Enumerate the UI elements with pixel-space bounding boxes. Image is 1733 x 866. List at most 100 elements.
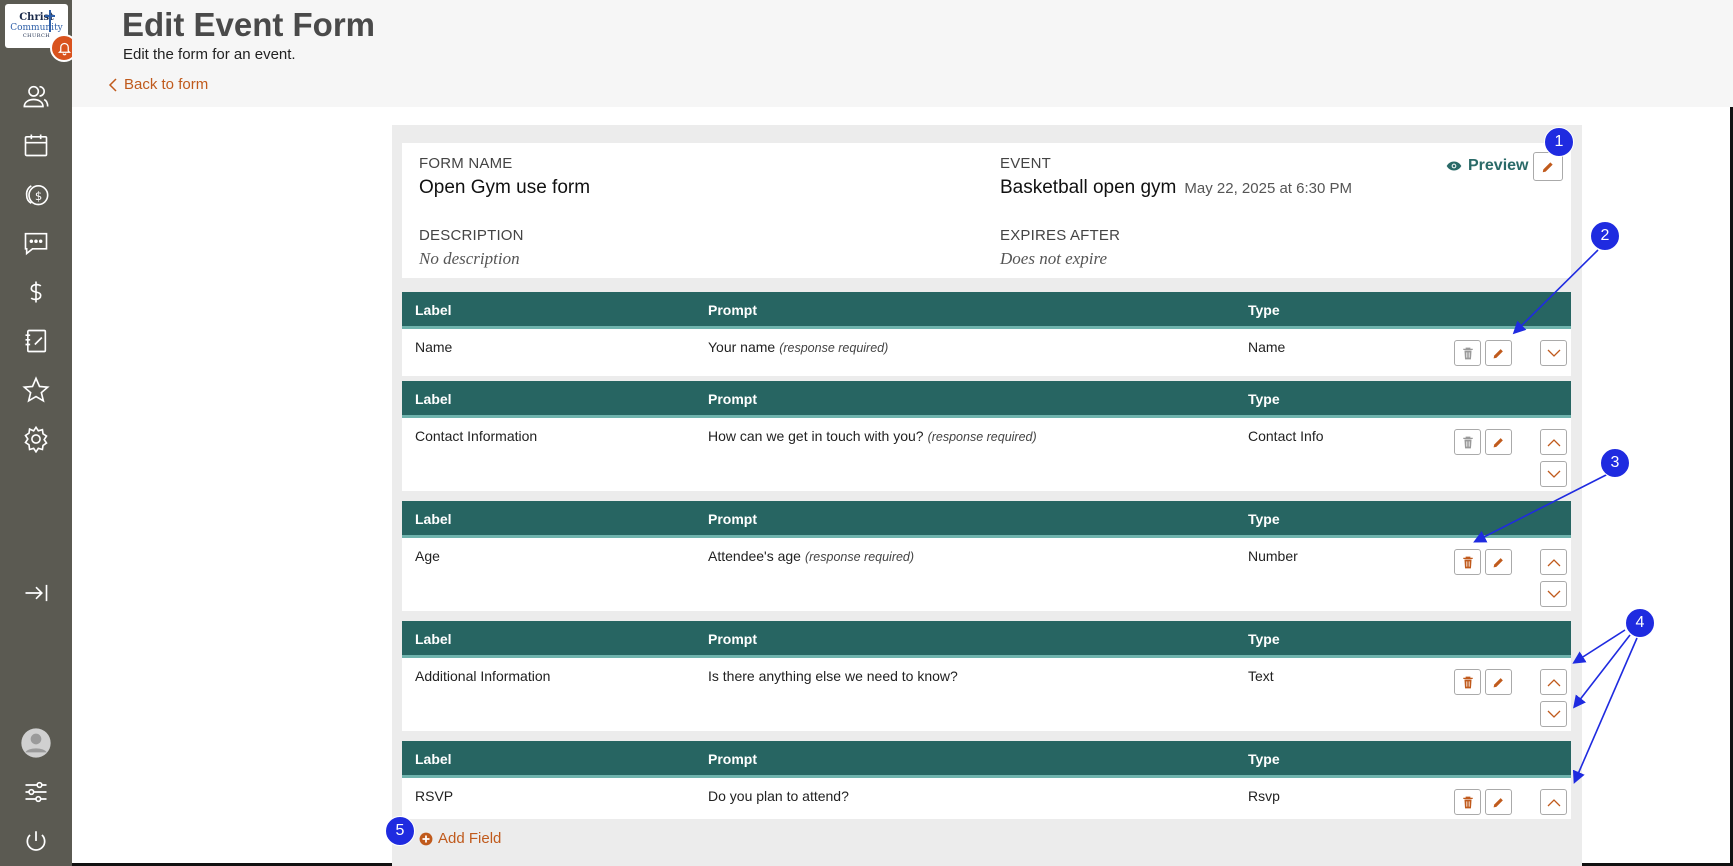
field-required-note: (response required)	[804, 550, 915, 564]
preview-label: Preview	[1468, 157, 1529, 174]
move-field-up-button[interactable]	[1540, 789, 1567, 815]
move-field-down-button[interactable]	[1540, 581, 1567, 607]
pencil-icon	[1493, 348, 1503, 358]
move-field-down-button[interactable]	[1540, 340, 1567, 366]
field-block: Label Prompt Type Age Attendee's age (respons…	[402, 501, 1571, 611]
label-column-header: Label	[415, 511, 452, 527]
user-avatar[interactable]	[20, 727, 52, 759]
type-column-header: Type	[1248, 511, 1280, 527]
prompt-column-header: Prompt	[708, 391, 757, 407]
field-type: Rsvp	[1248, 788, 1280, 804]
field-table-header: Label Prompt Type	[402, 621, 1571, 658]
pencil-icon	[1493, 677, 1503, 687]
move-field-up-button[interactable]	[1540, 429, 1567, 455]
plus-circle-icon	[419, 832, 433, 845]
field-prompt: Your name (response required)	[708, 339, 888, 355]
type-column-header: Type	[1248, 302, 1280, 318]
trash-icon	[1462, 436, 1473, 448]
field-label: Age	[415, 548, 440, 564]
add-field-label: Add Field	[438, 830, 502, 847]
move-field-down-button[interactable]	[1540, 701, 1567, 727]
field-type: Contact Info	[1248, 428, 1324, 444]
field-block: Label Prompt Type Additional Information Is …	[402, 621, 1571, 731]
eye-icon	[1446, 161, 1462, 171]
field-table-header: Label Prompt Type	[402, 741, 1571, 778]
dollar-icon[interactable]	[20, 276, 52, 308]
edit-field-button[interactable]	[1485, 549, 1512, 575]
field-type: Number	[1248, 548, 1298, 564]
chevron-up-icon	[1547, 438, 1560, 446]
trash-icon	[1462, 676, 1473, 688]
page-header: Edit Event Form Edit the form for an eve…	[72, 0, 1733, 107]
chevron-down-icon	[1547, 349, 1560, 357]
label-column-header: Label	[415, 302, 452, 318]
delete-field-button[interactable]	[1454, 669, 1481, 695]
callout-4: 4	[1625, 608, 1655, 638]
delete-field-button[interactable]	[1454, 429, 1481, 455]
edit-field-button[interactable]	[1485, 429, 1512, 455]
field-prompt: Is there anything else we need to know?	[708, 668, 962, 684]
notebook-icon[interactable]	[20, 325, 52, 357]
label-column-header: Label	[415, 751, 452, 767]
sliders-icon[interactable]	[20, 776, 52, 808]
description-value: No description	[419, 249, 520, 268]
move-field-down-button[interactable]	[1540, 461, 1567, 487]
field-table-header: Label Prompt Type	[402, 292, 1571, 329]
type-column-header: Type	[1248, 631, 1280, 647]
field-label: RSVP	[415, 788, 454, 804]
description-label: DESCRIPTION	[419, 227, 524, 244]
type-column-header: Type	[1248, 751, 1280, 767]
giving-coins-icon[interactable]: $	[20, 178, 52, 210]
star-icon[interactable]	[20, 374, 52, 406]
edit-field-button[interactable]	[1485, 669, 1512, 695]
form-name-label: FORM NAME	[419, 155, 513, 172]
field-required-note: (response required)	[927, 430, 1037, 444]
move-field-up-button[interactable]	[1540, 549, 1567, 575]
delete-field-button[interactable]	[1454, 789, 1481, 815]
preview-link[interactable]: Preview	[1446, 157, 1528, 175]
type-column-header: Type	[1248, 391, 1280, 407]
chevron-left-icon	[108, 77, 117, 92]
move-field-up-button[interactable]	[1540, 669, 1567, 695]
field-prompt-text: How can we get in touch with you?	[708, 428, 924, 444]
calendar-icon[interactable]	[20, 129, 52, 161]
event-value: Basketball open gym May 22, 2025 at 6:30 …	[1000, 177, 1352, 199]
messages-icon[interactable]	[20, 227, 52, 259]
field-label: Contact Information	[415, 428, 538, 444]
form-info-card: FORM NAME Open Gym use form EVENT Basket…	[402, 143, 1571, 278]
expand-sidebar-icon[interactable]	[20, 577, 52, 609]
chevron-up-icon	[1547, 678, 1560, 686]
chevron-up-icon	[1547, 558, 1560, 566]
field-table-header: Label Prompt Type	[402, 381, 1571, 418]
prompt-column-header: Prompt	[708, 511, 757, 527]
page-subtitle: Edit the form for an event.	[123, 46, 296, 63]
field-label: Additional Information	[415, 668, 551, 684]
back-link-label: Back to form	[124, 76, 209, 93]
back-to-form-link[interactable]: Back to form	[108, 76, 208, 93]
field-table-header: Label Prompt Type	[402, 501, 1571, 538]
prompt-column-header: Prompt	[708, 751, 757, 767]
field-type: Name	[1248, 339, 1286, 355]
callout-1: 1	[1544, 127, 1574, 157]
delete-field-button[interactable]	[1454, 549, 1481, 575]
logo-line-2: Community	[10, 23, 63, 33]
event-label: EVENT	[1000, 155, 1052, 172]
add-field-button[interactable]: Add Field	[419, 830, 501, 847]
settings-gear-icon[interactable]	[20, 423, 52, 455]
edit-field-button[interactable]	[1485, 789, 1512, 815]
label-column-header: Label	[415, 631, 452, 647]
field-block: Label Prompt Type Name Your name (response re…	[402, 292, 1571, 376]
callout-2: 2	[1590, 221, 1620, 251]
pencil-icon	[1493, 437, 1503, 447]
field-prompt-text: Do you plan to attend?	[708, 788, 849, 804]
people-icon[interactable]	[20, 80, 52, 112]
label-column-header: Label	[415, 391, 452, 407]
field-prompt: Attendee's age (response required)	[708, 548, 914, 564]
edit-field-button[interactable]	[1485, 340, 1512, 366]
svg-text:$: $	[35, 189, 42, 203]
field-prompt-text: Your name	[708, 339, 776, 355]
field-prompt: How can we get in touch with you? (respon…	[708, 428, 1037, 444]
chevron-down-icon	[1547, 710, 1560, 718]
power-icon[interactable]	[20, 825, 52, 857]
delete-field-button[interactable]	[1454, 340, 1481, 366]
